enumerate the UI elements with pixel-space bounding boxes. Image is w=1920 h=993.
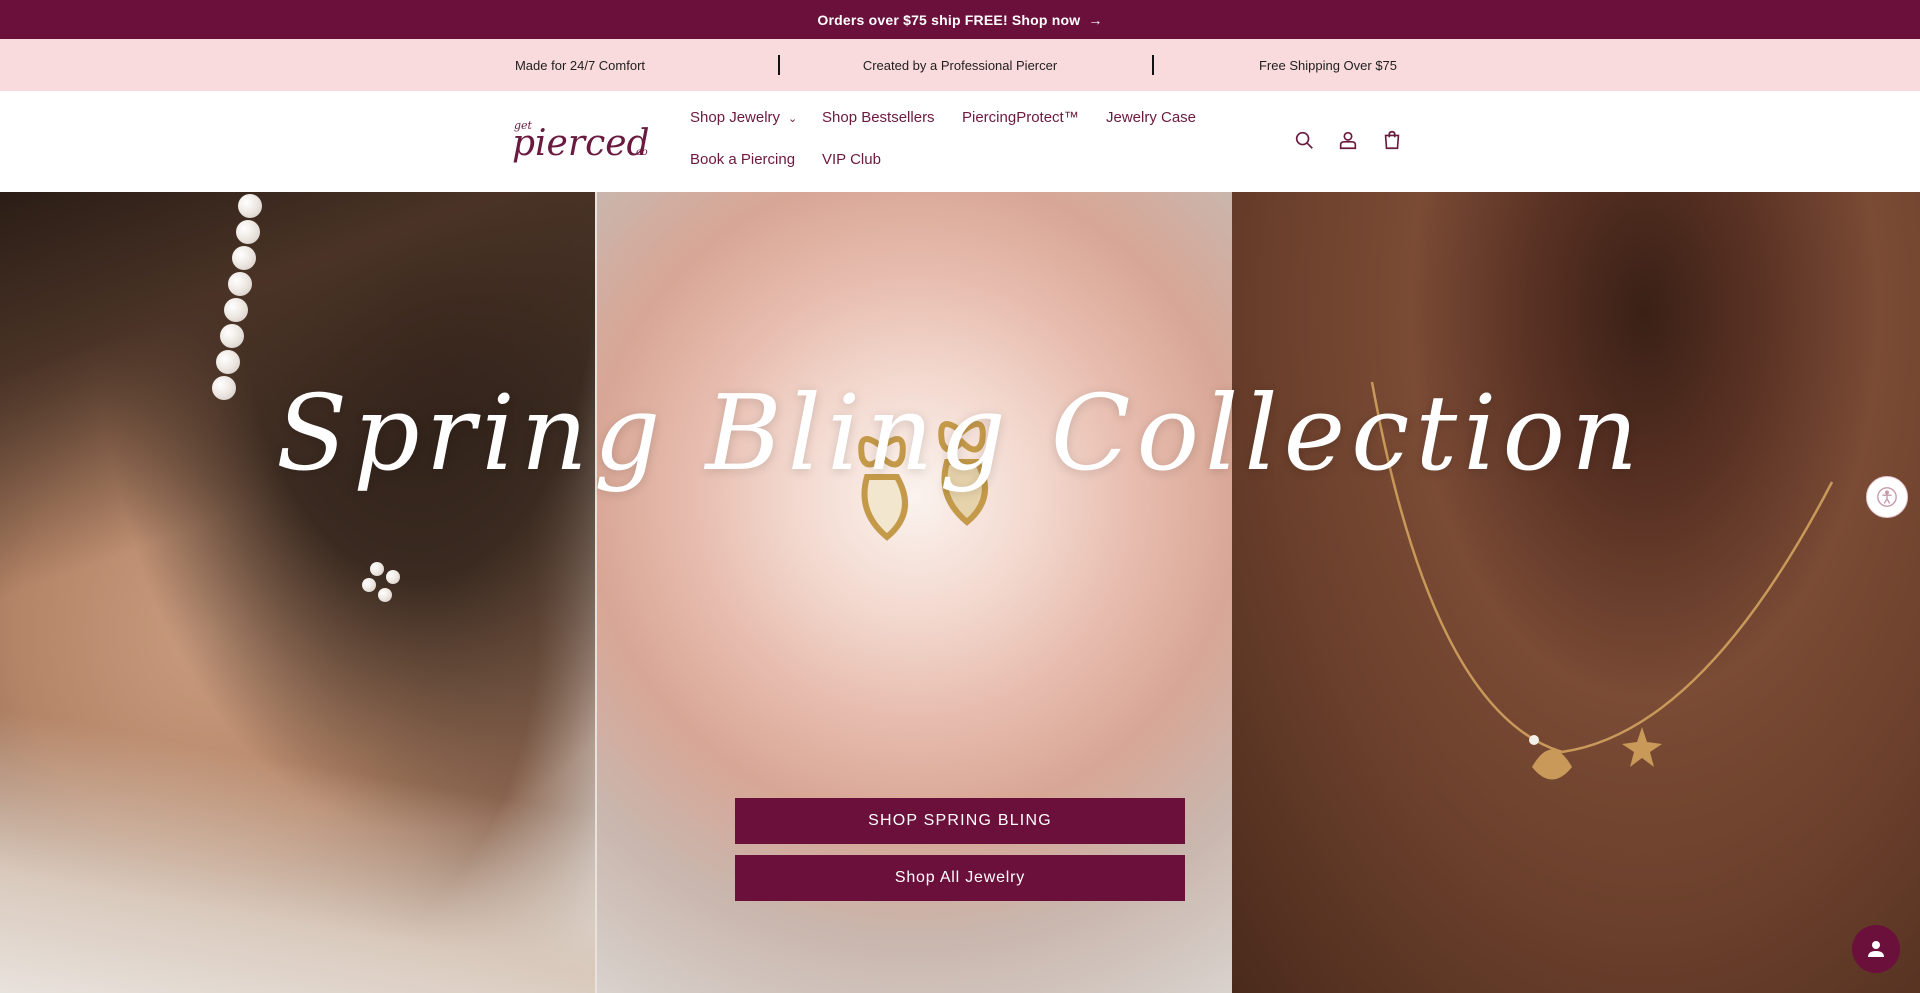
chevron-down-icon: ⌄ (788, 113, 798, 125)
brand-logo[interactable]: pierced get co (508, 115, 652, 165)
nav-shop-bestsellers[interactable]: Shop Bestsellers (822, 109, 935, 126)
site-header: pierced get co Shop Jewelry ⌄ Shop Bestse… (0, 91, 1920, 192)
usp-bar: Made for 24/7 Comfort Created by a Profe… (0, 39, 1920, 91)
hero-banner: Spring Bling Collection SHOP SPRING BLIN… (0, 192, 1920, 993)
announcement-text[interactable]: Orders over $75 ship FREE! Shop now (817, 12, 1080, 28)
pearl-decoration (238, 194, 262, 218)
svg-text:co: co (636, 147, 648, 158)
nav-vip-club[interactable]: VIP Club (822, 151, 881, 168)
pearl-decoration (232, 246, 256, 270)
arrow-right-icon: → (1088, 11, 1103, 28)
nav-jewelry-case[interactable]: Jewelry Case (1106, 109, 1196, 126)
nav-label[interactable]: Shop Jewelry (690, 109, 780, 126)
pearl-decoration (220, 324, 244, 348)
cart-icon[interactable] (1378, 126, 1406, 154)
pearl-decoration (216, 350, 240, 374)
usp-item-shipping: Free Shipping Over $75 (1258, 57, 1398, 73)
usp-item-piercer: Created by a Professional Piercer (862, 57, 1058, 73)
hero-image-right (1232, 192, 1920, 993)
pearl-decoration (224, 298, 248, 322)
accessibility-icon[interactable] (1866, 476, 1908, 518)
necklace-image (1370, 381, 1834, 780)
usp-divider (778, 55, 780, 75)
svg-text:get: get (514, 119, 533, 132)
earring-pearl (362, 578, 376, 592)
chat-icon[interactable] (1852, 925, 1900, 973)
nav-piercingprotect[interactable]: PiercingProtect™ (962, 109, 1079, 126)
hero-image-left (0, 192, 595, 993)
earring-pearl (378, 588, 392, 602)
shop-all-jewelry-button[interactable]: Shop All Jewelry (735, 855, 1185, 901)
account-icon[interactable] (1334, 126, 1362, 154)
pearl-decoration (236, 220, 260, 244)
usp-item-comfort: Made for 24/7 Comfort (514, 57, 646, 73)
usp-divider (1152, 55, 1154, 75)
svg-text:pierced: pierced (512, 123, 650, 164)
shop-spring-bling-button[interactable]: SHOP SPRING BLING (735, 798, 1185, 844)
nav-book-piercing[interactable]: Book a Piercing (690, 151, 795, 168)
search-icon[interactable] (1290, 126, 1318, 154)
announcement-bar[interactable]: Orders over $75 ship FREE! Shop now → (0, 0, 1920, 39)
earring-pearl (370, 562, 384, 576)
pearl-decoration (228, 272, 252, 296)
nav-shop-jewelry[interactable]: Shop Jewelry ⌄ (690, 109, 797, 126)
hero-headline: Spring Bling Collection (275, 372, 1645, 494)
earring-pearl (386, 570, 400, 584)
